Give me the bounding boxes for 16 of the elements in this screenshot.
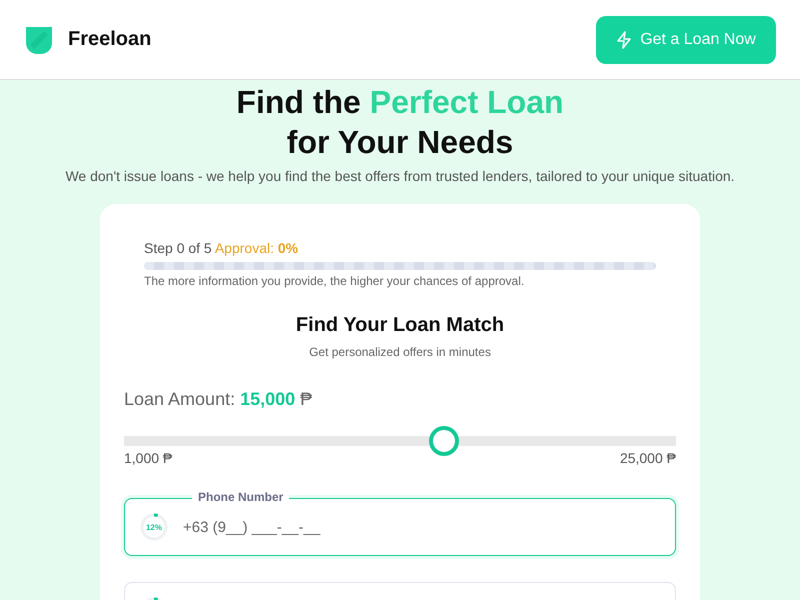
logo-icon	[24, 24, 54, 54]
hero-subtitle: We don't issue loans - we help you find the best offers from trusted lenders, tailored to your unique situation.	[65, 168, 735, 184]
min-amount: 1,000 ₱	[124, 450, 172, 466]
max-amount: 25,000 ₱	[620, 450, 676, 466]
form-subtitle: Get personalized offers in minutes	[308, 345, 492, 359]
ring-percent: 12%	[144, 522, 163, 532]
get-loan-button[interactable]: Get a Loan Now	[596, 16, 776, 64]
progress-hint: The more information you provide, the higher your chances of approval.	[144, 274, 526, 288]
lightning-icon	[616, 30, 632, 48]
loan-amount-label: Loan Amount: 15,000 ₱	[124, 389, 314, 410]
field-label: Phone Number	[192, 490, 290, 504]
slider-thumb[interactable]	[429, 426, 460, 456]
hero-title: Find the Perfect Loan for Your Needs	[236, 83, 564, 162]
brand-name: Freeloan	[68, 28, 152, 51]
progress-status: Step 0 of 5 Approval: 0%	[144, 240, 300, 256]
form-title: Find Your Loan Match	[294, 314, 506, 337]
